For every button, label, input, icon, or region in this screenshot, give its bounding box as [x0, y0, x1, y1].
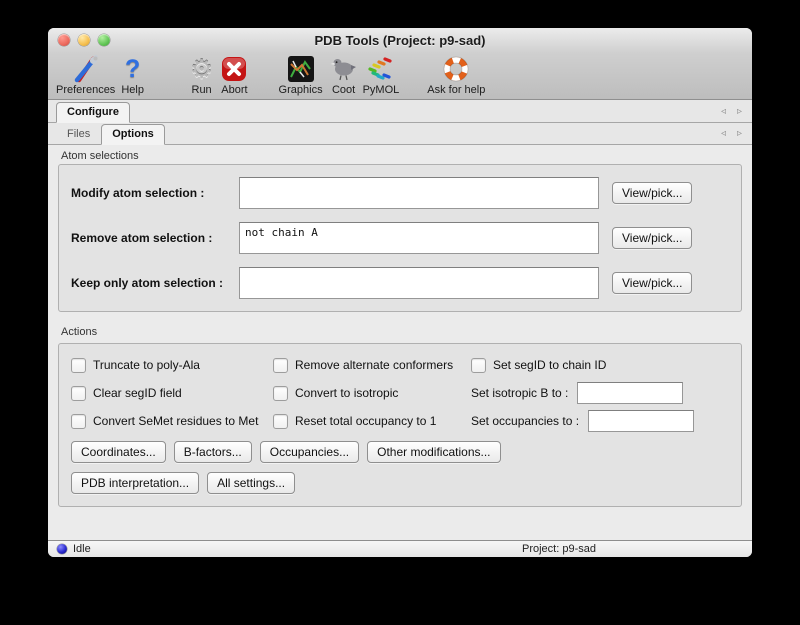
outer-tab-scroll: ◃ ▹ — [721, 100, 742, 122]
atom-selections-group: Modify atom selection : View/pick... Rem… — [58, 164, 742, 312]
pdb-tools-window: PDB Tools (Project: p9-sad) Preferences … — [48, 28, 752, 557]
coordinates-button[interactable]: Coordinates... — [71, 441, 166, 463]
atom-selections-group-label: Atom selections — [61, 150, 742, 162]
gear-icon: ⚙ — [190, 55, 213, 83]
set-isotropic-b-input[interactable] — [577, 382, 683, 404]
coot-label: Coot — [332, 84, 355, 96]
molecule-graphics-icon — [288, 55, 314, 83]
help-button[interactable]: ? Help — [121, 55, 144, 96]
outer-tab-bar: Configure ◃ ▹ — [48, 100, 752, 123]
actions-row-1: Truncate to poly-Ala Remove alternate co… — [71, 354, 729, 376]
lifebuoy-icon — [442, 55, 470, 83]
tab-files[interactable]: Files — [56, 124, 101, 145]
tab-scroll-right-icon[interactable]: ▹ — [737, 128, 742, 139]
help-label: Help — [121, 84, 144, 96]
actions-group-label: Actions — [61, 326, 742, 338]
pymol-label: PyMOL — [363, 84, 400, 96]
remove-alt-conformers-checkbox[interactable] — [273, 358, 288, 373]
clear-segid-checkbox[interactable] — [71, 386, 86, 401]
inner-tab-scroll: ◃ ▹ — [721, 123, 742, 144]
remove-selection-label: Remove atom selection : — [71, 231, 239, 245]
preferences-label: Preferences — [56, 84, 115, 96]
tab-options[interactable]: Options — [101, 124, 165, 145]
tab-scroll-right-icon[interactable]: ▹ — [737, 106, 742, 117]
tools-icon — [72, 55, 100, 83]
convert-isotropic-checkbox[interactable] — [273, 386, 288, 401]
convert-semet-label: Convert SeMet residues to Met — [93, 414, 258, 428]
remove-viewpick-button[interactable]: View/pick... — [612, 227, 692, 249]
set-occupancies-input[interactable] — [588, 410, 694, 432]
actions-buttons-row-2: PDB interpretation... All settings... — [71, 472, 729, 494]
status-indicator-icon — [57, 544, 67, 554]
ask-for-help-button[interactable]: Ask for help — [427, 55, 485, 96]
tab-scroll-left-icon[interactable]: ◃ — [721, 106, 726, 117]
tab-configure[interactable]: Configure — [56, 102, 130, 123]
convert-semet-checkbox[interactable] — [71, 414, 86, 429]
abort-x-icon — [221, 55, 247, 83]
inner-tab-bar: Files Options ◃ ▹ — [48, 123, 752, 145]
question-mark-icon: ? — [125, 55, 140, 83]
keep-selection-row: Keep only atom selection : View/pick... — [71, 267, 729, 299]
actions-row-3: Convert SeMet residues to Met Reset tota… — [71, 410, 729, 432]
modify-selection-row: Modify atom selection : View/pick... — [71, 177, 729, 209]
clear-segid-label: Clear segID field — [93, 386, 182, 400]
preferences-button[interactable]: Preferences — [56, 55, 115, 96]
modify-selection-input[interactable] — [239, 177, 599, 209]
project-text: Project: p9-sad — [522, 543, 596, 555]
pymol-ribbon-icon — [365, 55, 397, 83]
options-tab-content: Atom selections Modify atom selection : … — [48, 145, 752, 540]
pdb-interpretation-button[interactable]: PDB interpretation... — [71, 472, 199, 494]
segid-to-chainid-label: Set segID to chain ID — [493, 358, 606, 372]
status-bar: Idle Project: p9-sad — [48, 540, 752, 557]
run-button[interactable]: ⚙ Run — [190, 55, 213, 96]
traffic-lights — [58, 34, 110, 46]
truncate-polyala-checkbox[interactable] — [71, 358, 86, 373]
abort-button[interactable]: Abort — [221, 55, 247, 96]
actions-buttons-row-1: Coordinates... B-factors... Occupancies.… — [71, 441, 729, 463]
tab-scroll-left-icon[interactable]: ◃ — [721, 128, 726, 139]
minimize-button[interactable] — [78, 34, 90, 46]
window-title: PDB Tools (Project: p9-sad) — [315, 33, 486, 48]
bfactors-button[interactable]: B-factors... — [174, 441, 252, 463]
segid-to-chainid-checkbox[interactable] — [471, 358, 486, 373]
set-isotropic-b-label: Set isotropic B to : — [471, 386, 568, 400]
close-button[interactable] — [58, 34, 70, 46]
title-bar: PDB Tools (Project: p9-sad) — [48, 28, 752, 53]
ask-for-help-label: Ask for help — [427, 84, 485, 96]
other-modifications-button[interactable]: Other modifications... — [367, 441, 500, 463]
zoom-button[interactable] — [98, 34, 110, 46]
remove-selection-row: Remove atom selection : not chain A View… — [71, 222, 729, 254]
remove-selection-input[interactable]: not chain A — [239, 222, 599, 254]
set-occupancies-label: Set occupancies to : — [471, 414, 579, 428]
actions-row-2: Clear segID field Convert to isotropic S… — [71, 382, 729, 404]
run-label: Run — [192, 84, 212, 96]
reset-occupancy-checkbox[interactable] — [273, 414, 288, 429]
keep-selection-input[interactable] — [239, 267, 599, 299]
keep-viewpick-button[interactable]: View/pick... — [612, 272, 692, 294]
abort-label: Abort — [221, 84, 247, 96]
occupancies-button[interactable]: Occupancies... — [260, 441, 359, 463]
remove-alt-conformers-label: Remove alternate conformers — [295, 358, 453, 372]
graphics-button[interactable]: Graphics — [279, 55, 323, 96]
toolbar: Preferences ? Help ⚙ Run Abort — [48, 53, 752, 100]
graphics-label: Graphics — [279, 84, 323, 96]
truncate-polyala-label: Truncate to poly-Ala — [93, 358, 200, 372]
actions-group: Truncate to poly-Ala Remove alternate co… — [58, 343, 742, 507]
reset-occupancy-label: Reset total occupancy to 1 — [295, 414, 436, 428]
modify-selection-label: Modify atom selection : — [71, 186, 239, 200]
coot-button[interactable]: Coot — [329, 55, 359, 96]
convert-isotropic-label: Convert to isotropic — [295, 386, 398, 400]
modify-viewpick-button[interactable]: View/pick... — [612, 182, 692, 204]
keep-selection-label: Keep only atom selection : — [71, 276, 239, 290]
all-settings-button[interactable]: All settings... — [207, 472, 295, 494]
pymol-button[interactable]: PyMOL — [363, 55, 400, 96]
coot-bird-icon — [329, 55, 359, 83]
status-text: Idle — [73, 543, 91, 555]
